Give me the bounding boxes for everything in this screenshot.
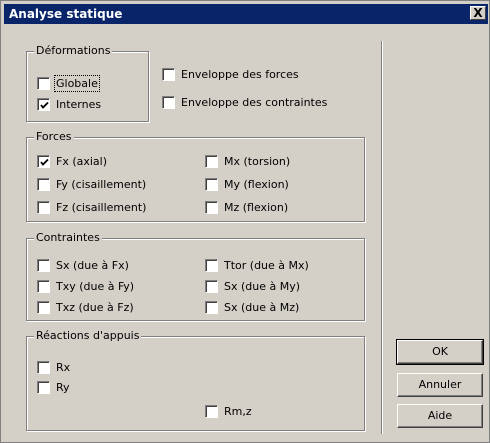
- checkbox-label: Enveloppe des forces: [181, 68, 299, 81]
- checkbox-label: Rx: [56, 361, 71, 374]
- check-icon: [40, 158, 49, 166]
- annuler-button[interactable]: Annuler: [397, 373, 483, 397]
- checkbox-box[interactable]: [205, 405, 218, 418]
- checkbox-label: Sx (due à Fx): [56, 259, 129, 272]
- checkbox-box[interactable]: [162, 96, 175, 109]
- group-reactions: Réactions d'appuis: [26, 329, 365, 431]
- checkbox-label: Globale: [54, 75, 100, 92]
- checkbox-box[interactable]: [205, 259, 218, 272]
- ok-button[interactable]: OK: [396, 339, 484, 365]
- checkbox-box[interactable]: [37, 381, 50, 394]
- checkbox-box[interactable]: [205, 280, 218, 293]
- check-icon: [40, 101, 49, 109]
- checkbox-label: Txz (due à Fz): [56, 301, 134, 314]
- group-reactions-legend: Réactions d'appuis: [34, 329, 142, 342]
- checkbox-box[interactable]: [205, 201, 218, 214]
- checkbox-label: Fy (cisaillement): [56, 178, 147, 191]
- checkbox-box[interactable]: [37, 155, 50, 168]
- checkbox-label: Sx (due à My): [224, 280, 301, 293]
- vertical-separator: [381, 41, 382, 434]
- checkbox-label: Fz (cisaillement): [56, 201, 147, 214]
- checkbox-box[interactable]: [37, 98, 50, 111]
- checkbox-box[interactable]: [162, 68, 175, 81]
- checkbox-label: Sx (due à Mz): [224, 301, 300, 314]
- checkbox-box[interactable]: [205, 155, 218, 168]
- checkbox-label: Ry: [56, 381, 70, 394]
- checkbox-box[interactable]: [37, 301, 50, 314]
- checkbox-label: Txy (due à Fy): [56, 280, 135, 293]
- checkbox-box[interactable]: [205, 301, 218, 314]
- group-contraintes-legend: Contraintes: [34, 231, 102, 244]
- checkbox-label: My (flexion): [224, 178, 289, 191]
- analyse-statique-dialog: Analyse statique X Déformations Globale …: [0, 0, 490, 443]
- checkbox-label: Mz (flexion): [224, 201, 289, 214]
- checkbox-label: Internes: [56, 98, 102, 111]
- checkbox-label: Ttor (due à Mx): [224, 259, 309, 272]
- aide-button[interactable]: Aide: [397, 404, 483, 428]
- checkbox-box[interactable]: [205, 178, 218, 191]
- window-title: Analyse statique: [9, 7, 123, 21]
- checkbox-label: Fx (axial): [56, 155, 108, 168]
- checkbox-label: Enveloppe des contraintes: [181, 96, 328, 109]
- group-forces-legend: Forces: [34, 130, 74, 143]
- checkbox-box[interactable]: [37, 280, 50, 293]
- title-bar: Analyse statique X: [4, 4, 488, 24]
- checkbox-box[interactable]: [37, 178, 50, 191]
- checkbox-box[interactable]: [37, 77, 50, 90]
- checkbox-box[interactable]: [37, 361, 50, 374]
- close-button[interactable]: X: [470, 6, 486, 20]
- checkbox-box[interactable]: [37, 201, 50, 214]
- group-deformations-legend: Déformations: [34, 44, 113, 57]
- checkbox-label: Mx (torsion): [224, 155, 291, 168]
- checkbox-box[interactable]: [37, 259, 50, 272]
- checkbox-label: Rm,z: [224, 405, 252, 418]
